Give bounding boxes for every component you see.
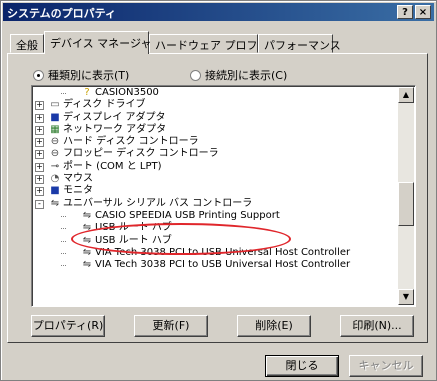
disk-controller-icon: ⊖ bbox=[50, 136, 60, 148]
port-icon: ⊸ bbox=[50, 160, 60, 172]
close-button[interactable]: 閉じる bbox=[265, 355, 339, 377]
tree-connector bbox=[61, 252, 66, 254]
tree-category[interactable]: + ⊖ フロッピー ディスク コントローラ bbox=[35, 148, 395, 160]
close-window-button[interactable]: × bbox=[415, 5, 431, 19]
tab-performance[interactable]: パフォーマンス bbox=[258, 34, 341, 53]
refresh-button[interactable]: 更新(F) bbox=[134, 315, 208, 337]
expand-icon[interactable]: + bbox=[35, 187, 44, 197]
tree-item-label: ハード ディスク コントローラ bbox=[63, 136, 199, 148]
tab-hardware-profile[interactable]: ハードウェア プロファイル bbox=[149, 34, 291, 53]
tree-item-label: ディスク ドライブ bbox=[63, 99, 146, 111]
scroll-down-icon[interactable]: ▼ bbox=[398, 289, 414, 305]
question-icon: ? bbox=[84, 87, 90, 98]
system-properties-window: システムのプロパティ ? × 全般 デバイス マネージャ ハードウェア プロファ… bbox=[0, 0, 437, 381]
tab-device-manager[interactable]: デバイス マネージャ bbox=[44, 31, 151, 54]
tree-category[interactable]: + ◔ マウス bbox=[35, 173, 395, 185]
mouse-icon: ◔ bbox=[50, 173, 60, 185]
tree-connector bbox=[61, 93, 66, 94]
print-button[interactable]: 印刷(N)... bbox=[340, 315, 414, 337]
expand-icon[interactable]: + bbox=[35, 175, 44, 185]
radio-by-type[interactable] bbox=[33, 69, 44, 81]
cancel-button: キャンセル bbox=[349, 355, 423, 377]
tree-item-label: CASIO SPEEDIA USB Printing Support bbox=[95, 209, 280, 221]
tree-item-label: モニタ bbox=[63, 185, 93, 197]
usb-icon: ⇋ bbox=[82, 234, 92, 246]
tree-item-label: マウス bbox=[63, 173, 93, 185]
display-icon: ■ bbox=[50, 111, 60, 123]
view-by-connection-option[interactable]: 接続別に表示(C) bbox=[190, 68, 287, 82]
tree-connector bbox=[61, 265, 66, 267]
device-tree[interactable]: ? CASION3500 + ▭ ディスク ドライブ + ■ ディスプレイ アダプタ + ▦ ネット… bbox=[31, 85, 416, 307]
tree-item-label: VIA Tech 3038 PCI to USB Universal Host … bbox=[95, 246, 351, 258]
tree-item-label: CASION3500 bbox=[95, 87, 159, 98]
collapse-icon[interactable]: - bbox=[35, 199, 44, 209]
tree-item-label: VIA Tech 3038 PCI to USB Universal Host … bbox=[95, 259, 351, 271]
expand-icon[interactable]: + bbox=[35, 125, 44, 135]
network-icon: ▦ bbox=[50, 123, 60, 135]
view-by-type-label: 種類別に表示(T) bbox=[48, 69, 130, 82]
tree-category[interactable]: + ▭ ディスク ドライブ bbox=[35, 99, 395, 111]
tree-category[interactable]: + ⊖ ハード ディスク コントローラ bbox=[35, 136, 395, 148]
tab-general[interactable]: 全般 bbox=[10, 34, 44, 53]
device-tree-list: ? CASION3500 + ▭ ディスク ドライブ + ■ ディスプレイ アダプタ + ▦ ネット… bbox=[35, 87, 395, 271]
tree-device[interactable]: ⇋ VIA Tech 3038 PCI to USB Universal Host… bbox=[35, 259, 395, 271]
view-by-type-option[interactable]: 種類別に表示(T) bbox=[33, 68, 129, 82]
disk-drive-icon: ▭ bbox=[50, 99, 60, 111]
remove-button[interactable]: 削除(E) bbox=[237, 315, 311, 337]
tree-connector bbox=[61, 240, 66, 242]
usb-icon: ⇋ bbox=[82, 246, 92, 258]
title-bar: システムのプロパティ ? × bbox=[3, 3, 434, 21]
usb-icon: ⇋ bbox=[82, 222, 92, 234]
properties-button[interactable]: プロパティ(R) bbox=[31, 315, 105, 337]
tree-category[interactable]: + ⊸ ポート (COM と LPT) bbox=[35, 161, 395, 173]
window-title: システムのプロパティ bbox=[7, 7, 117, 20]
tree-item-label: USB ルート ハブ bbox=[95, 222, 172, 234]
expand-icon[interactable]: + bbox=[35, 162, 44, 172]
tree-item-label: ネットワーク アダプタ bbox=[63, 123, 167, 135]
tree-category[interactable]: + ■ モニタ bbox=[35, 185, 395, 197]
tree-category[interactable]: - ⇋ ユニバーサル シリアル バス コントローラ bbox=[35, 198, 395, 210]
vertical-scrollbar[interactable]: ▲ ▼ bbox=[398, 87, 414, 305]
view-by-connection-label: 接続別に表示(C) bbox=[205, 69, 288, 82]
expand-icon[interactable]: + bbox=[35, 101, 44, 111]
tree-device[interactable]: ? CASION3500 bbox=[35, 87, 395, 99]
expand-icon[interactable]: + bbox=[35, 138, 44, 148]
expand-icon[interactable]: + bbox=[35, 150, 44, 160]
tree-connector bbox=[61, 215, 66, 217]
tree-category[interactable]: + ▦ ネットワーク アダプタ bbox=[35, 124, 395, 136]
usb-icon: ⇋ bbox=[82, 209, 92, 221]
help-button[interactable]: ? bbox=[397, 5, 413, 19]
usb-icon: ⇋ bbox=[50, 197, 60, 209]
scroll-up-icon[interactable]: ▲ bbox=[398, 87, 414, 103]
monitor-icon: ■ bbox=[50, 185, 60, 197]
tree-device[interactable]: ⇋ VIA Tech 3038 PCI to USB Universal Host… bbox=[35, 247, 395, 259]
usb-icon: ⇋ bbox=[82, 259, 92, 271]
tree-item-label: フロッピー ディスク コントローラ bbox=[63, 148, 219, 160]
scroll-thumb[interactable] bbox=[398, 182, 414, 226]
tree-item-label: ポート (COM と LPT) bbox=[63, 160, 162, 172]
tree-device[interactable]: ⇋ USB ルート ハブ bbox=[35, 222, 395, 234]
tree-device[interactable]: ⇋ CASIO SPEEDIA USB Printing Support bbox=[35, 210, 395, 222]
tree-connector bbox=[61, 228, 66, 230]
tree-item-label: USB ルート ハブ bbox=[95, 234, 172, 246]
floppy-controller-icon: ⊖ bbox=[50, 148, 60, 160]
radio-by-connection[interactable] bbox=[190, 69, 201, 81]
tree-item-label: ユニバーサル シリアル バス コントローラ bbox=[63, 197, 253, 209]
expand-icon[interactable]: + bbox=[35, 113, 44, 123]
tree-category[interactable]: + ■ ディスプレイ アダプタ bbox=[35, 112, 395, 124]
tree-item-label: ディスプレイ アダプタ bbox=[63, 111, 166, 123]
tree-device[interactable]: ⇋ USB ルート ハブ bbox=[35, 235, 395, 247]
